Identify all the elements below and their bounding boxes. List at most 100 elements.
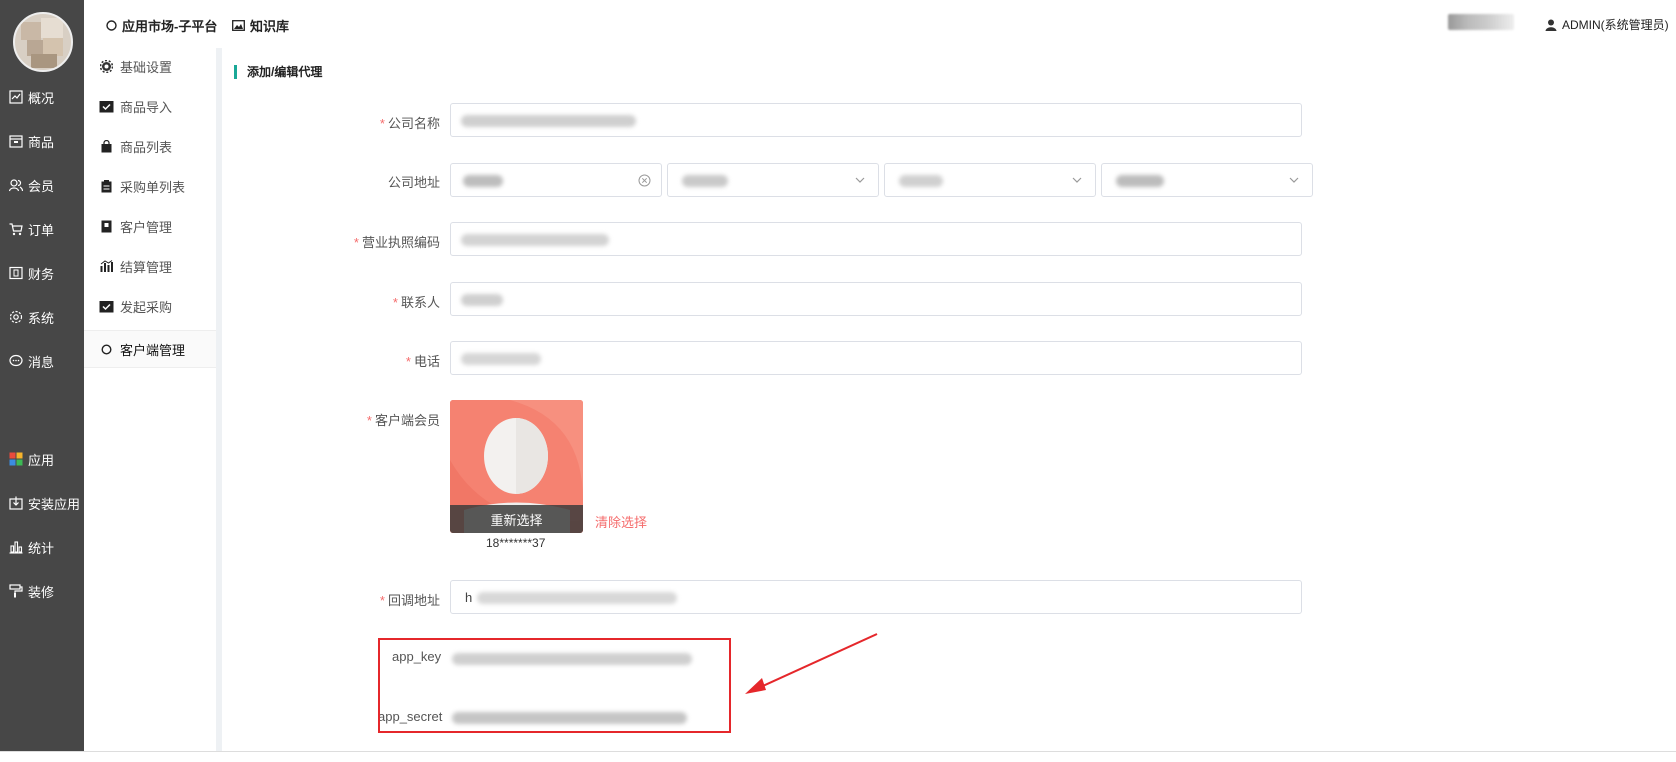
bag-icon [98, 139, 114, 153]
nav-decoration-label: 装修 [28, 584, 55, 600]
sub-item-client-management[interactable]: 客户端管理 [84, 330, 216, 368]
contact-input[interactable] [450, 282, 1302, 316]
sub-item-purchase-orders[interactable]: 采购单列表 [84, 168, 216, 204]
image-icon [232, 20, 245, 31]
nav-overview-label: 概况 [28, 90, 55, 106]
nav-finance-label: 财务 [28, 266, 55, 282]
license-code-label: * 营业执照编码 [353, 235, 440, 250]
redacted-value [1116, 175, 1164, 187]
nav-apps[interactable]: 应用 [0, 444, 84, 474]
chevron-down-icon [1071, 173, 1083, 191]
chevron-down-icon [854, 173, 866, 191]
sub-item-label: 商品导入 [120, 99, 173, 115]
nav-finance[interactable]: 财务 [0, 258, 84, 288]
sub-item-label: 商品列表 [120, 139, 173, 155]
sub-item-product-import[interactable]: 商品导入 [84, 88, 216, 124]
redacted-value [899, 175, 943, 187]
sub-item-basic-settings[interactable]: 基础设置 [84, 48, 216, 84]
nav-overview[interactable]: 概况 [0, 82, 84, 112]
street-select[interactable] [1101, 163, 1313, 197]
member-avatar-upload[interactable]: 重新选择 [450, 400, 583, 533]
redacted-value [461, 353, 541, 365]
nav-statistics-label: 统计 [28, 540, 55, 556]
app-market-link[interactable]: 应用市场-子平台 [106, 16, 217, 35]
sub-item-product-list[interactable]: 商品列表 [84, 128, 216, 164]
phone-label: * 电话 [405, 354, 440, 369]
sub-menu: 基础设置 商品导入 商品列表 采购单列表 客户管理 结算管理 发起采购 客户端管… [84, 48, 222, 751]
callback-url-label: * 回调地址 [379, 593, 440, 608]
users-icon [8, 177, 24, 193]
nav-install-apps-label: 安装应用 [28, 496, 81, 512]
nav-messages-label: 消息 [28, 354, 55, 370]
gear-icon [8, 309, 24, 325]
nav-products-label: 商品 [28, 134, 55, 150]
redacted-value [463, 175, 503, 187]
license-code-input[interactable] [450, 222, 1302, 256]
box-icon [8, 133, 24, 149]
admin-user-menu[interactable]: ADMIN(系统管理员) [1545, 16, 1669, 33]
redacted-value [461, 294, 503, 306]
nav-messages[interactable]: 消息 [0, 346, 84, 376]
client-member-label: * 客户端会员 [366, 413, 440, 428]
sub-item-label: 发起采购 [120, 299, 173, 315]
sub-item-label: 采购单列表 [120, 179, 186, 195]
cart-icon [8, 221, 24, 237]
highlight-box [378, 638, 731, 733]
knowledge-base-label: 知识库 [250, 19, 290, 34]
gear-icon [98, 59, 114, 73]
redacted-value [477, 592, 677, 604]
main-sidebar: 概况 商品 会员 订单 财务 系统 消息 应用 安装应用 统计 装修 [0, 0, 84, 751]
folder-check-icon [98, 100, 114, 113]
blurred-store-name [1448, 14, 1514, 30]
nav-orders[interactable]: 订单 [0, 214, 84, 244]
company-name-label: * 公司名称 [379, 116, 440, 131]
callback-prefix: h [465, 590, 473, 605]
page-title: 添加/编辑代理 [234, 65, 322, 79]
company-name-input[interactable] [450, 103, 1302, 137]
reselect-button[interactable]: 重新选择 [450, 505, 583, 533]
redacted-value [461, 234, 609, 246]
nav-members[interactable]: 会员 [0, 170, 84, 200]
user-avatar[interactable] [13, 12, 73, 72]
book-icon [98, 220, 114, 233]
sub-item-start-purchase[interactable]: 发起采购 [84, 288, 216, 324]
sub-item-settlement[interactable]: 结算管理 [84, 248, 216, 284]
nav-system[interactable]: 系统 [0, 302, 84, 332]
district-select[interactable] [884, 163, 1096, 197]
company-address-label: 公司地址 [387, 175, 440, 190]
clipboard-icon [98, 179, 114, 193]
install-icon [8, 495, 24, 511]
admin-label: ADMIN(系统管理员) [1562, 18, 1669, 32]
nav-install-apps[interactable]: 安装应用 [0, 488, 84, 518]
nav-orders-label: 订单 [28, 222, 55, 238]
redacted-value [682, 175, 728, 187]
bar-chart-icon [8, 539, 24, 555]
city-select[interactable] [667, 163, 879, 197]
nav-apps-label: 应用 [28, 452, 55, 468]
wallet-icon [8, 265, 24, 281]
clear-selection-link[interactable]: 清除选择 [595, 512, 647, 531]
chevron-down-icon [1288, 173, 1300, 191]
nav-statistics[interactable]: 统计 [0, 532, 84, 562]
sub-item-label: 基础设置 [120, 59, 173, 75]
redacted-value [461, 115, 636, 127]
paint-roller-icon [8, 583, 24, 599]
province-select[interactable] [450, 163, 662, 197]
sub-item-customer-management[interactable]: 客户管理 [84, 208, 216, 244]
callback-url-input[interactable]: h [450, 580, 1302, 614]
nav-members-label: 会员 [28, 178, 55, 194]
nav-decoration[interactable]: 装修 [0, 576, 84, 606]
sub-item-label: 客户端管理 [120, 342, 186, 358]
circle-icon [106, 20, 117, 31]
knowledge-base-link[interactable]: 知识库 [232, 16, 289, 35]
nav-products[interactable]: 商品 [0, 126, 84, 156]
chat-icon [8, 353, 24, 369]
sub-item-label: 结算管理 [120, 259, 173, 275]
top-bar: 应用市场-子平台 知识库 [84, 0, 1676, 49]
sub-item-label: 客户管理 [120, 219, 173, 235]
app-market-label: 应用市场-子平台 [122, 19, 218, 34]
grid-icon [8, 451, 24, 467]
clear-circle-icon[interactable] [638, 174, 651, 192]
phone-input[interactable] [450, 341, 1302, 375]
stats-icon [98, 260, 114, 272]
